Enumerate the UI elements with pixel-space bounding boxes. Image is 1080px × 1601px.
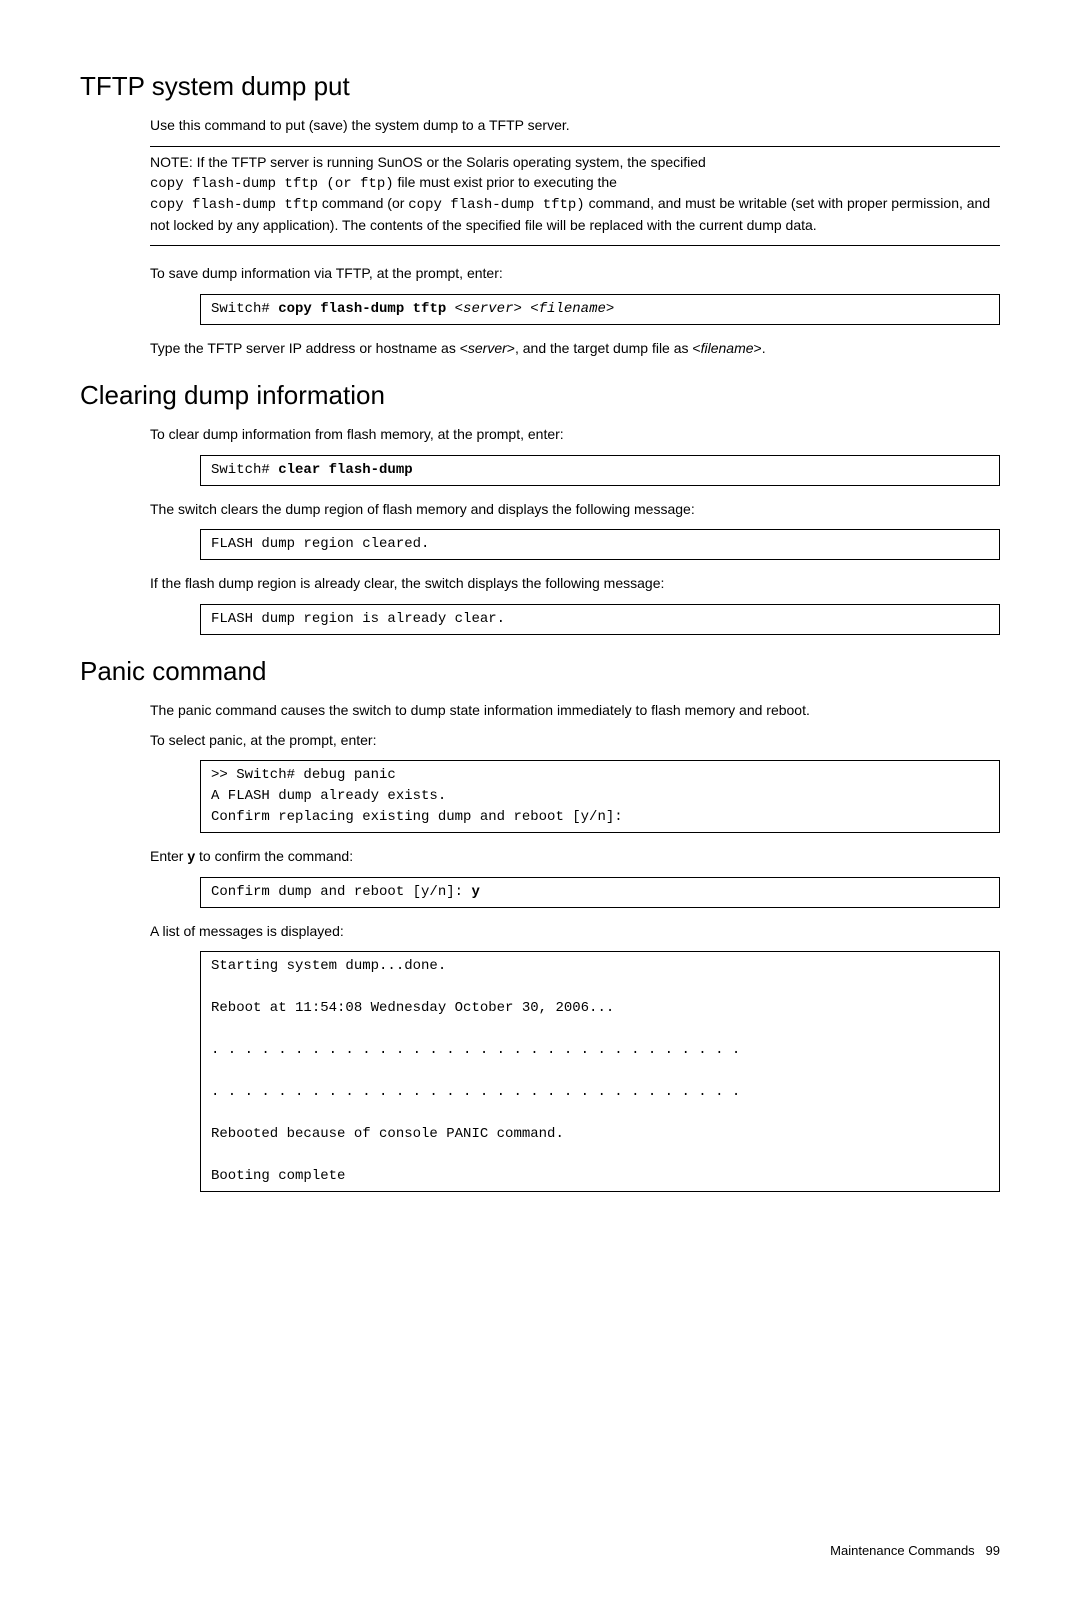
code-block-cleared: FLASH dump region cleared. xyxy=(200,529,1000,560)
code-block-clear: Switch# clear flash-dump xyxy=(200,455,1000,486)
intro-text: Use this command to put (save) the syste… xyxy=(150,116,1000,136)
footer-page: 99 xyxy=(986,1543,1000,1558)
note-content: NOTE: If the TFTP server is running SunO… xyxy=(150,153,1000,235)
text-italic: server xyxy=(468,340,507,356)
text-seg: Type the TFTP server IP address or hostn… xyxy=(150,340,468,356)
note-text-2: file must exist prior to executing the xyxy=(398,174,617,190)
footer-label: Maintenance Commands xyxy=(830,1543,975,1558)
section-clearing-dump: Clearing dump information To clear dump … xyxy=(80,377,1000,635)
code-input: y xyxy=(471,884,479,900)
code-block-confirm: Confirm dump and reboot [y/n]: y xyxy=(200,877,1000,908)
code-command: clear flash-dump xyxy=(278,462,412,478)
para-save-dump: To save dump information via TFTP, at th… xyxy=(150,264,1000,284)
note-text-1: NOTE: If the TFTP server is running SunO… xyxy=(150,154,706,170)
text-seg: Enter xyxy=(150,848,187,864)
code-args: <server> <filename> xyxy=(455,301,615,317)
code-command: copy flash-dump tftp xyxy=(278,301,454,317)
code-prompt: Switch# xyxy=(211,301,278,317)
note-box: NOTE: If the TFTP server is running SunO… xyxy=(150,146,1000,246)
heading-clearing: Clearing dump information xyxy=(80,377,1000,413)
section-panic-command: Panic command The panic command causes t… xyxy=(80,653,1000,1193)
para-type-server: Type the TFTP server IP address or hostn… xyxy=(150,339,1000,359)
para-enter-y: Enter y to confirm the command: xyxy=(150,847,1000,867)
para-clear-dump: To clear dump information from flash mem… xyxy=(150,425,1000,445)
code-block-output: Starting system dump...done. Reboot at 1… xyxy=(200,951,1000,1192)
code-prompt: Switch# xyxy=(211,462,278,478)
para-panic-desc: The panic command causes the switch to d… xyxy=(150,701,1000,721)
note-code-1: copy flash-dump tftp (or ftp) xyxy=(150,176,394,192)
code-block-panic: >> Switch# debug panic A FLASH dump alre… xyxy=(200,760,1000,833)
code-block-already-clear: FLASH dump region is already clear. xyxy=(200,604,1000,635)
code-block-tftp: Switch# copy flash-dump tftp <server> <f… xyxy=(200,294,1000,325)
text-seg: to confirm the command: xyxy=(195,848,353,864)
text-seg: >, and the target dump file as < xyxy=(507,340,701,356)
para-messages: A list of messages is displayed: xyxy=(150,922,1000,942)
para-select-panic: To select panic, at the prompt, enter: xyxy=(150,731,1000,751)
text-italic: filename xyxy=(701,340,754,356)
note-code-2: copy flash-dump tftp xyxy=(150,197,318,213)
note-code-3: copy flash-dump tftp) xyxy=(408,197,584,213)
text-seg: >. xyxy=(754,340,766,356)
para-clears-region: The switch clears the dump region of fla… xyxy=(150,500,1000,520)
page-footer: Maintenance Commands 99 xyxy=(80,1542,1000,1560)
heading-panic: Panic command xyxy=(80,653,1000,689)
para-already-clear: If the flash dump region is already clea… xyxy=(150,574,1000,594)
text-bold: y xyxy=(187,848,195,864)
heading-tftp: TFTP system dump put xyxy=(80,68,1000,104)
code-text: Confirm dump and reboot [y/n]: xyxy=(211,884,471,900)
note-text-3: command (or xyxy=(322,195,408,211)
section-tftp-system-dump-put: TFTP system dump put Use this command to… xyxy=(80,68,1000,359)
